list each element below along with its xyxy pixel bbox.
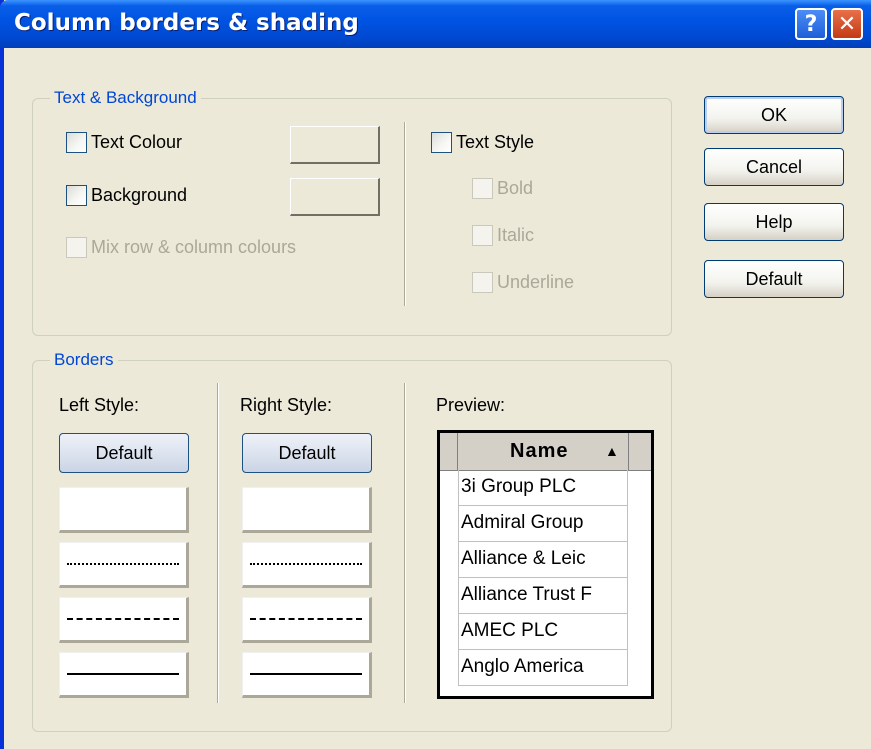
checkbox-box [472,225,493,246]
right-style-none-button[interactable] [242,487,372,533]
italic-label: Italic [497,225,535,245]
preview-column-header: Name [510,440,569,462]
preview-label: Preview: [436,395,506,415]
help-button[interactable]: Help [704,203,844,241]
right-style-dotted-button[interactable] [242,542,372,588]
preview-row: Admiral Group [458,506,628,542]
dotted-line-swatch [67,563,179,565]
preview-grid: Name ▲ 3i Group PLC Admiral Group Allian… [437,430,654,699]
checkbox-box [66,132,87,153]
text-background-legend: Text & Background [50,88,201,108]
ok-button[interactable]: OK [704,96,844,134]
bold-checkbox[interactable]: Bold [472,178,533,199]
left-style-default-button[interactable]: Default [59,433,189,473]
preview-row: 3i Group PLC [458,470,628,506]
background-colour-picker-button[interactable] [290,178,380,216]
preview-header: Name ▲ [440,433,651,471]
text-style-label: Text Style [456,132,535,152]
checkbox-box [66,237,87,258]
borders-divider-right [404,383,406,703]
checkbox-box [472,178,493,199]
solid-line-swatch [67,673,179,675]
preview-row: Alliance & Leic [458,542,628,578]
text-colour-checkbox[interactable]: Text Colour [66,132,182,153]
preview-header-right-cell [628,433,651,470]
background-label: Background [91,185,188,205]
text-colour-picker-button[interactable] [290,126,380,164]
close-icon: ✕ [837,11,857,37]
underline-label: Underline [497,272,575,292]
bold-label: Bold [497,178,534,198]
title-bar[interactable]: Column borders & shading ? ✕ [0,0,871,48]
preview-row-header-cell [440,433,458,470]
mix-colours-checkbox[interactable]: Mix row & column colours [66,237,296,258]
left-style-none-button[interactable] [59,487,189,533]
close-title-button[interactable]: ✕ [831,8,863,40]
left-style-label: Left Style: [59,395,140,415]
dotted-line-swatch [250,563,362,565]
right-style-label: Right Style: [240,395,333,415]
underline-checkbox[interactable]: Underline [472,272,574,293]
window-title: Column borders & shading [14,10,359,36]
default-button[interactable]: Default [704,260,844,298]
mix-colours-label: Mix row & column colours [91,237,297,257]
preview-row: AMEC PLC [458,614,628,650]
checkbox-box [472,272,493,293]
checkbox-box [431,132,452,153]
question-icon: ? [804,11,818,37]
dashed-line-swatch [250,618,362,620]
solid-line-swatch [250,673,362,675]
left-style-solid-button[interactable] [59,652,189,698]
preview-row: Anglo America [458,650,628,686]
background-checkbox[interactable]: Background [66,185,187,206]
checkbox-box [66,185,87,206]
italic-checkbox[interactable]: Italic [472,225,534,246]
borders-legend: Borders [50,350,118,370]
help-title-button[interactable]: ? [795,8,827,40]
preview-row: Alliance Trust F [458,578,628,614]
cancel-button[interactable]: Cancel [704,148,844,186]
dashed-line-swatch [67,618,179,620]
text-colour-label: Text Colour [91,132,183,152]
right-style-default-button[interactable]: Default [242,433,372,473]
left-style-dotted-button[interactable] [59,542,189,588]
right-style-solid-button[interactable] [242,652,372,698]
borders-divider-left [217,383,219,703]
sort-ascending-icon: ▲ [605,443,619,459]
text-style-checkbox[interactable]: Text Style [431,132,534,153]
left-style-dashed-button[interactable] [59,597,189,643]
dialog-window: Column borders & shading ? ✕ Text & Back… [0,0,871,749]
right-style-dashed-button[interactable] [242,597,372,643]
text-background-divider [404,122,406,306]
